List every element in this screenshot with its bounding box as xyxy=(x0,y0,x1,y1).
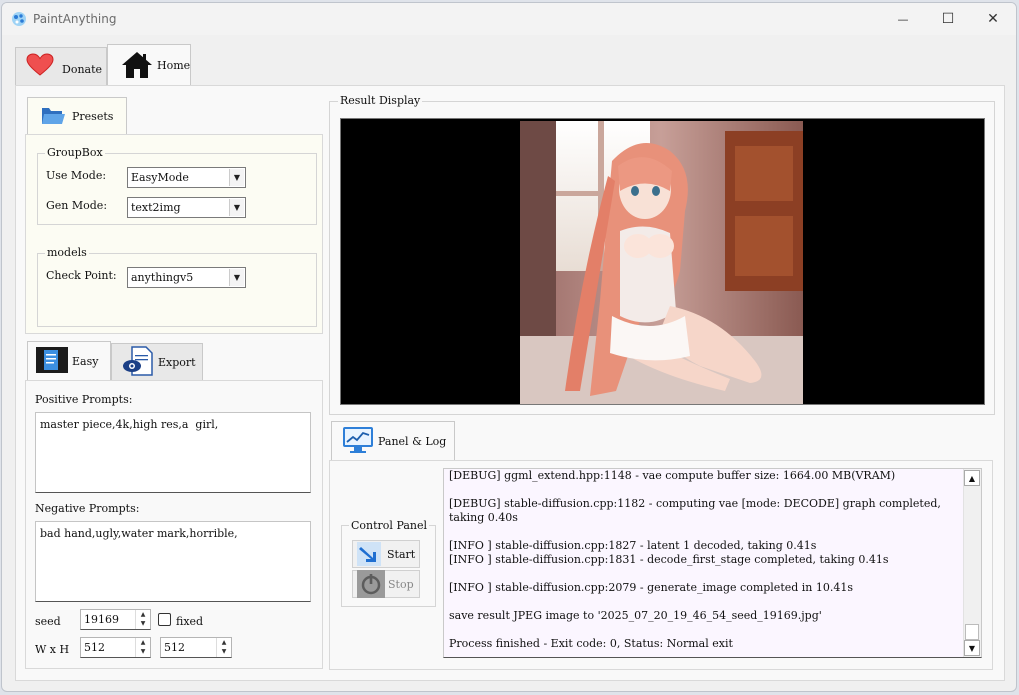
maximize-button[interactable]: ☐ xyxy=(925,3,971,35)
log-line: [DEBUG] stable-diffusion.cpp:1182 - comp… xyxy=(449,497,945,524)
log-scrollbar[interactable]: ▲ ▼ xyxy=(963,469,981,657)
log-line: Process finished - Exit code: 0, Status:… xyxy=(449,637,733,650)
width-value: 512 xyxy=(84,641,105,654)
result-canvas xyxy=(340,118,985,405)
height-spinner[interactable]: ▲ ▼ xyxy=(216,638,231,657)
home-icon xyxy=(121,50,153,83)
tab-easy-label: Easy xyxy=(72,355,99,368)
seed-spinner[interactable]: ▲ ▼ xyxy=(135,610,150,629)
minimize-icon: — xyxy=(897,12,909,26)
seed-value: 19169 xyxy=(84,613,119,626)
checkpoint-value: anythingv5 xyxy=(131,271,194,284)
spin-up-icon[interactable]: ▲ xyxy=(136,610,150,619)
positive-prompts-label: Positive Prompts: xyxy=(35,393,133,406)
checkpoint-select[interactable]: anythingv5 ▼ xyxy=(127,267,246,288)
log-lines: [DEBUG] ggml_extend.hpp:1148 - vae compu… xyxy=(449,469,959,651)
log-line xyxy=(449,525,959,539)
spin-down-icon[interactable]: ▼ xyxy=(136,619,150,628)
spin-down-icon[interactable]: ▼ xyxy=(136,647,150,656)
tab-export[interactable]: Export xyxy=(111,343,203,381)
export-icon xyxy=(122,346,154,379)
log-line xyxy=(449,595,959,609)
tab-donate[interactable]: Donate xyxy=(15,47,107,85)
log-line: save result JPEG image to '2025_07_20_19… xyxy=(449,609,822,622)
result-title: Result Display xyxy=(338,94,423,107)
log-line: [INFO ] stable-diffusion.cpp:2079 - gene… xyxy=(449,581,854,594)
close-button[interactable]: ✕ xyxy=(970,3,1016,35)
control-panel-title: Control Panel xyxy=(349,519,430,532)
minimize-button[interactable]: — xyxy=(880,3,926,35)
checkpoint-label: Check Point: xyxy=(46,269,117,282)
tab-panel-log-label: Panel & Log xyxy=(378,435,447,448)
seed-label: seed xyxy=(35,615,61,628)
seed-input[interactable]: 19169 ▲ ▼ xyxy=(80,609,151,630)
tab-home[interactable]: Home xyxy=(107,44,191,87)
gen-mode-select[interactable]: text2img ▼ xyxy=(127,197,246,218)
spin-down-icon[interactable]: ▼ xyxy=(217,647,231,656)
heart-icon xyxy=(26,53,54,80)
chevron-down-icon: ▼ xyxy=(229,199,244,216)
gen-mode-value: text2img xyxy=(131,201,181,214)
width-input[interactable]: 512 ▲ ▼ xyxy=(80,637,151,658)
start-button-label: Start xyxy=(387,547,416,561)
height-value: 512 xyxy=(164,641,185,654)
negative-prompts-label: Negative Prompts: xyxy=(35,502,140,515)
log-line xyxy=(449,567,959,581)
gen-mode-label: Gen Mode: xyxy=(46,199,108,212)
client-area: Donate Home Presets GroupBox Use Mode: E… xyxy=(13,41,1005,681)
folder-icon xyxy=(40,103,66,130)
tab-panel-log[interactable]: Panel & Log xyxy=(331,421,455,461)
log-line: [INFO ] stable-diffusion.cpp:1831 - deco… xyxy=(449,553,889,566)
groupbox-title: GroupBox xyxy=(45,146,105,159)
fixed-checkbox[interactable] xyxy=(158,613,171,626)
width-spinner[interactable]: ▲ ▼ xyxy=(135,638,150,657)
chevron-down-icon: ▼ xyxy=(229,269,244,286)
window-title: PaintAnything xyxy=(33,12,117,26)
chevron-down-icon: ▼ xyxy=(229,169,244,186)
start-arrow-icon xyxy=(357,542,381,566)
log-line xyxy=(449,483,959,497)
positive-prompts-input[interactable]: master piece,4k,high res,a girl, xyxy=(35,412,311,493)
log-output[interactable]: [DEBUG] ggml_extend.hpp:1148 - vae compu… xyxy=(443,468,982,658)
title-bar: PaintAnything — ☐ ✕ xyxy=(2,3,1016,35)
log-line: [INFO ] stable-diffusion.cpp:1827 - late… xyxy=(449,539,817,552)
scroll-up-icon[interactable]: ▲ xyxy=(964,470,980,486)
spin-up-icon[interactable]: ▲ xyxy=(217,638,231,647)
generated-image xyxy=(520,121,803,404)
power-icon xyxy=(357,570,385,598)
tab-presets-label: Presets xyxy=(72,110,114,123)
tab-donate-label: Donate xyxy=(62,63,103,76)
tab-home-label: Home xyxy=(157,58,191,72)
maximize-icon: ☐ xyxy=(941,11,955,27)
tab-export-label: Export xyxy=(158,356,196,369)
tab-presets[interactable]: Presets xyxy=(27,97,127,135)
app-logo-icon xyxy=(11,11,27,27)
tab-easy[interactable]: Easy xyxy=(27,341,111,381)
negative-prompts-input[interactable]: bad hand,ugly,water mark,horrible, xyxy=(35,521,311,602)
spin-up-icon[interactable]: ▲ xyxy=(136,638,150,647)
log-line xyxy=(449,623,959,637)
scroll-thumb[interactable] xyxy=(965,624,979,640)
models-title: models xyxy=(45,246,89,259)
use-mode-label: Use Mode: xyxy=(46,169,107,182)
stop-button-label: Stop xyxy=(388,577,414,591)
height-input[interactable]: 512 ▲ ▼ xyxy=(160,637,232,658)
use-mode-value: EasyMode xyxy=(131,171,189,184)
app-window: PaintAnything — ☐ ✕ Donate Home Presets xyxy=(1,2,1017,692)
document-icon xyxy=(36,345,68,378)
log-line: [DEBUG] ggml_extend.hpp:1148 - vae compu… xyxy=(449,469,896,482)
models-groupbox xyxy=(37,253,317,327)
close-icon: ✕ xyxy=(987,11,999,27)
use-mode-select[interactable]: EasyMode ▼ xyxy=(127,167,246,188)
wh-label: W x H xyxy=(35,643,70,656)
scroll-down-icon[interactable]: ▼ xyxy=(964,640,980,656)
stop-button[interactable]: Stop xyxy=(352,570,420,598)
monitor-chart-icon xyxy=(342,426,374,457)
start-button[interactable]: Start xyxy=(352,540,420,568)
fixed-label: fixed xyxy=(176,615,204,628)
